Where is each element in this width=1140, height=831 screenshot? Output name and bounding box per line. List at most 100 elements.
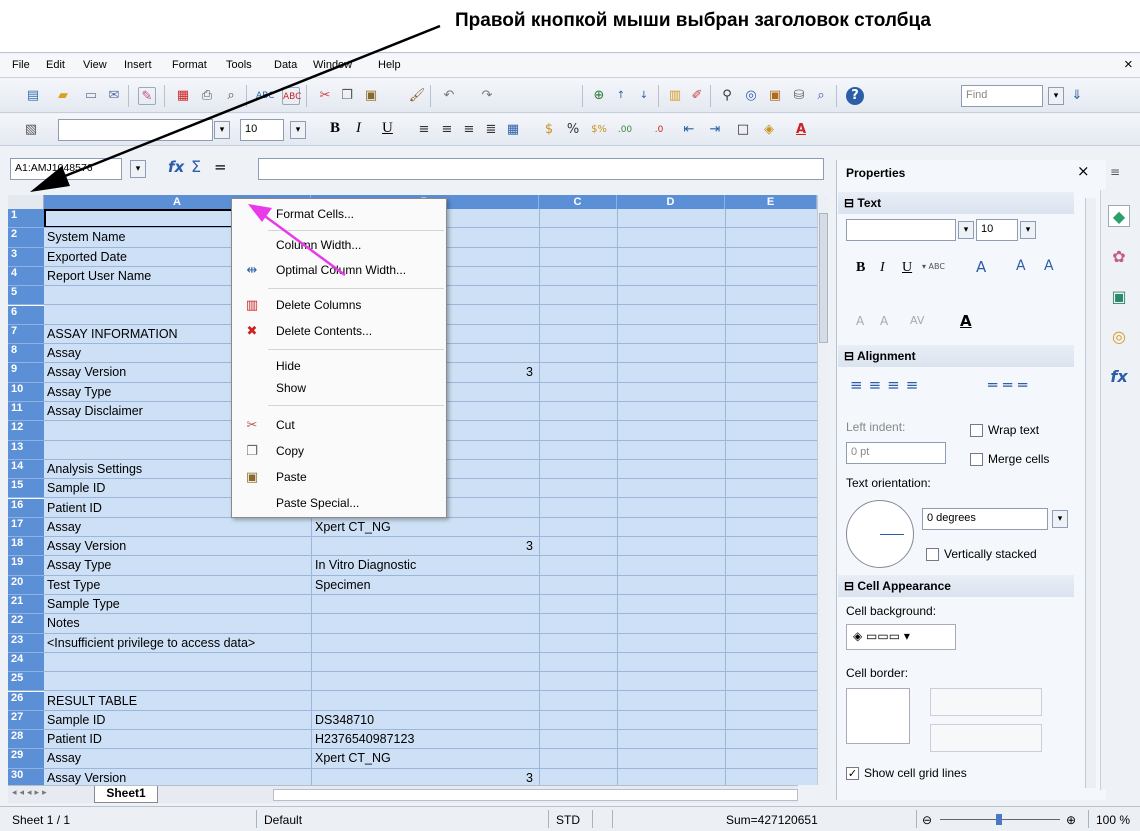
standard-format-icon[interactable]: $% bbox=[590, 121, 608, 139]
sidebar-menu-icon[interactable]: ≡ bbox=[1110, 165, 1120, 179]
sidebar-scrollbar[interactable] bbox=[1085, 198, 1096, 788]
underline-button[interactable]: U bbox=[382, 120, 393, 137]
cell-a[interactable]: Patient ID bbox=[47, 732, 102, 746]
cell-a[interactable]: Assay Type bbox=[47, 385, 111, 399]
cell-a[interactable]: RESULT TABLE bbox=[47, 694, 137, 708]
row-header[interactable]: 5 bbox=[8, 286, 44, 306]
row-header[interactable]: 3 bbox=[8, 247, 44, 267]
row-header[interactable]: 15 bbox=[8, 479, 44, 499]
cell-a[interactable]: Assay bbox=[47, 751, 81, 765]
formula-input[interactable] bbox=[258, 158, 824, 180]
font-size-box[interactable]: 10 bbox=[240, 119, 284, 141]
left-indent-input[interactable]: 0 pt bbox=[846, 442, 946, 464]
cell-a[interactable]: System Name bbox=[47, 230, 126, 244]
increase-font-icon[interactable]: A bbox=[1016, 258, 1026, 274]
cell-b[interactable]: 3 bbox=[311, 539, 533, 553]
cell-b[interactable]: DS348710 bbox=[315, 713, 374, 727]
show-grid-lines-checkbox[interactable]: ✓ bbox=[846, 767, 859, 780]
add-decimal-icon[interactable]: .00 bbox=[616, 121, 634, 139]
row-header[interactable]: 14 bbox=[8, 459, 44, 480]
select-all-corner[interactable] bbox=[8, 195, 44, 209]
row-header[interactable]: 4 bbox=[8, 266, 44, 287]
cell-a[interactable]: Report User Name bbox=[47, 269, 151, 283]
find-replace-icon[interactable]: ⚲ bbox=[718, 87, 736, 105]
wrap-text-checkbox[interactable] bbox=[970, 424, 983, 437]
font-name-box[interactable] bbox=[58, 119, 213, 141]
row-header[interactable]: 21 bbox=[8, 595, 44, 615]
copy-icon[interactable]: ❐ bbox=[338, 87, 356, 105]
export-pdf-icon[interactable]: ▦ bbox=[174, 87, 192, 105]
row-header[interactable]: 25 bbox=[8, 672, 44, 692]
percent-format-icon[interactable]: % bbox=[564, 121, 582, 139]
row-header[interactable]: 24 bbox=[8, 652, 44, 673]
row-header[interactable]: 7 bbox=[8, 324, 44, 345]
menu-optimal-column-width[interactable]: Optimal Column Width... bbox=[276, 263, 406, 277]
currency-format-icon[interactable]: $ bbox=[540, 121, 558, 139]
status-selection-mode[interactable]: STD bbox=[556, 813, 580, 827]
strikethrough-icon[interactable]: ▾ ABC bbox=[922, 262, 945, 271]
align-right-icon[interactable]: ≡ bbox=[460, 121, 478, 139]
zoom-in-icon[interactable]: ⊕ bbox=[1066, 813, 1076, 827]
row-header[interactable]: 30 bbox=[8, 768, 44, 785]
increase-indent-icon[interactable]: ⇥ bbox=[706, 121, 724, 139]
print-icon[interactable]: ⎙ bbox=[198, 87, 216, 105]
show-draw-functions-icon[interactable]: ✐ bbox=[688, 87, 706, 105]
vertically-stacked-checkbox[interactable] bbox=[926, 548, 939, 561]
row-header[interactable]: 12 bbox=[8, 421, 44, 441]
character-spacing-icon[interactable]: AV bbox=[910, 314, 924, 327]
spellcheck-icon[interactable]: ABC bbox=[256, 87, 274, 105]
orientation-dial[interactable] bbox=[846, 500, 914, 568]
sidebar-italic-button[interactable]: I bbox=[880, 260, 885, 276]
autospellcheck-icon[interactable]: ABC bbox=[282, 87, 301, 105]
cell-a[interactable]: Analysis Settings bbox=[47, 462, 142, 476]
sheet-nav-arrows[interactable]: ◂◂◂▸▸ bbox=[12, 788, 50, 798]
edit-mode-icon[interactable]: ✎ bbox=[138, 87, 156, 105]
menu-copy[interactable]: Copy bbox=[276, 444, 304, 458]
paste-icon[interactable]: ▣ bbox=[362, 87, 380, 105]
cell-a[interactable]: Sample ID bbox=[47, 481, 105, 495]
function-wizard-icon[interactable]: fx bbox=[168, 158, 184, 176]
row-header[interactable]: 9 bbox=[8, 363, 44, 383]
bold-button[interactable]: B bbox=[330, 120, 340, 137]
sidebar-font-size[interactable]: 10 bbox=[976, 219, 1018, 241]
email-icon[interactable]: ✉ bbox=[105, 87, 123, 105]
alignment-section-header[interactable]: ⊟ Alignment bbox=[838, 345, 1074, 367]
help-icon[interactable]: ? bbox=[846, 87, 864, 105]
sidebar-font-color-icon[interactable]: A bbox=[960, 312, 972, 330]
name-box-dropdown[interactable]: ▾ bbox=[130, 160, 146, 178]
menu-format[interactable]: Format bbox=[172, 59, 207, 71]
undo-icon[interactable]: ↶ bbox=[440, 87, 458, 105]
styles-icon[interactable]: ▧ bbox=[22, 121, 40, 139]
row-header[interactable]: 27 bbox=[8, 710, 44, 731]
sort-ascending-icon[interactable]: ↑ bbox=[612, 87, 630, 105]
menu-paste-special[interactable]: Paste Special... bbox=[276, 496, 359, 510]
menu-file[interactable]: File bbox=[12, 59, 30, 71]
cell-b[interactable]: In Vitro Diagnostic bbox=[315, 558, 416, 572]
row-header[interactable]: 29 bbox=[8, 749, 44, 769]
sidebar-underline-button[interactable]: U bbox=[902, 260, 912, 276]
text-section-header[interactable]: ⊟ Text bbox=[838, 192, 1074, 214]
font-size-dropdown[interactable]: ▾ bbox=[290, 121, 306, 139]
gallery-deck-icon[interactable]: ▣ bbox=[1108, 286, 1130, 308]
row-header[interactable]: 23 bbox=[8, 633, 44, 653]
menu-edit[interactable]: Edit bbox=[46, 59, 65, 71]
row-header[interactable]: 28 bbox=[8, 730, 44, 750]
zoom-icon[interactable]: ⌕ bbox=[812, 87, 830, 105]
save-icon[interactable]: ▭ bbox=[82, 87, 100, 105]
data-sources-icon[interactable]: ⛁ bbox=[790, 87, 808, 105]
row-header[interactable]: 16 bbox=[8, 498, 44, 518]
cell-a[interactable]: Assay Disclaimer bbox=[47, 404, 143, 418]
font-name-dropdown[interactable]: ▾ bbox=[214, 121, 230, 139]
merge-cells-checkbox[interactable] bbox=[970, 453, 983, 466]
row-header[interactable]: 20 bbox=[8, 575, 44, 595]
horizontal-scrollbar[interactable] bbox=[273, 789, 798, 801]
cell-a[interactable]: ASSAY INFORMATION bbox=[47, 327, 178, 341]
zoom-level[interactable]: 100 % bbox=[1096, 813, 1130, 827]
row-header[interactable]: 6 bbox=[8, 305, 44, 325]
cell-b[interactable]: H2376540987123 bbox=[315, 732, 414, 746]
justify-icon[interactable]: ≣ bbox=[482, 121, 500, 139]
cell-background-picker[interactable]: ◈ ▭▭▭ ▾ bbox=[846, 624, 956, 650]
row-header[interactable]: 22 bbox=[8, 614, 44, 634]
row-header[interactable]: 26 bbox=[8, 691, 44, 711]
gallery-icon[interactable]: ▣ bbox=[766, 87, 784, 105]
